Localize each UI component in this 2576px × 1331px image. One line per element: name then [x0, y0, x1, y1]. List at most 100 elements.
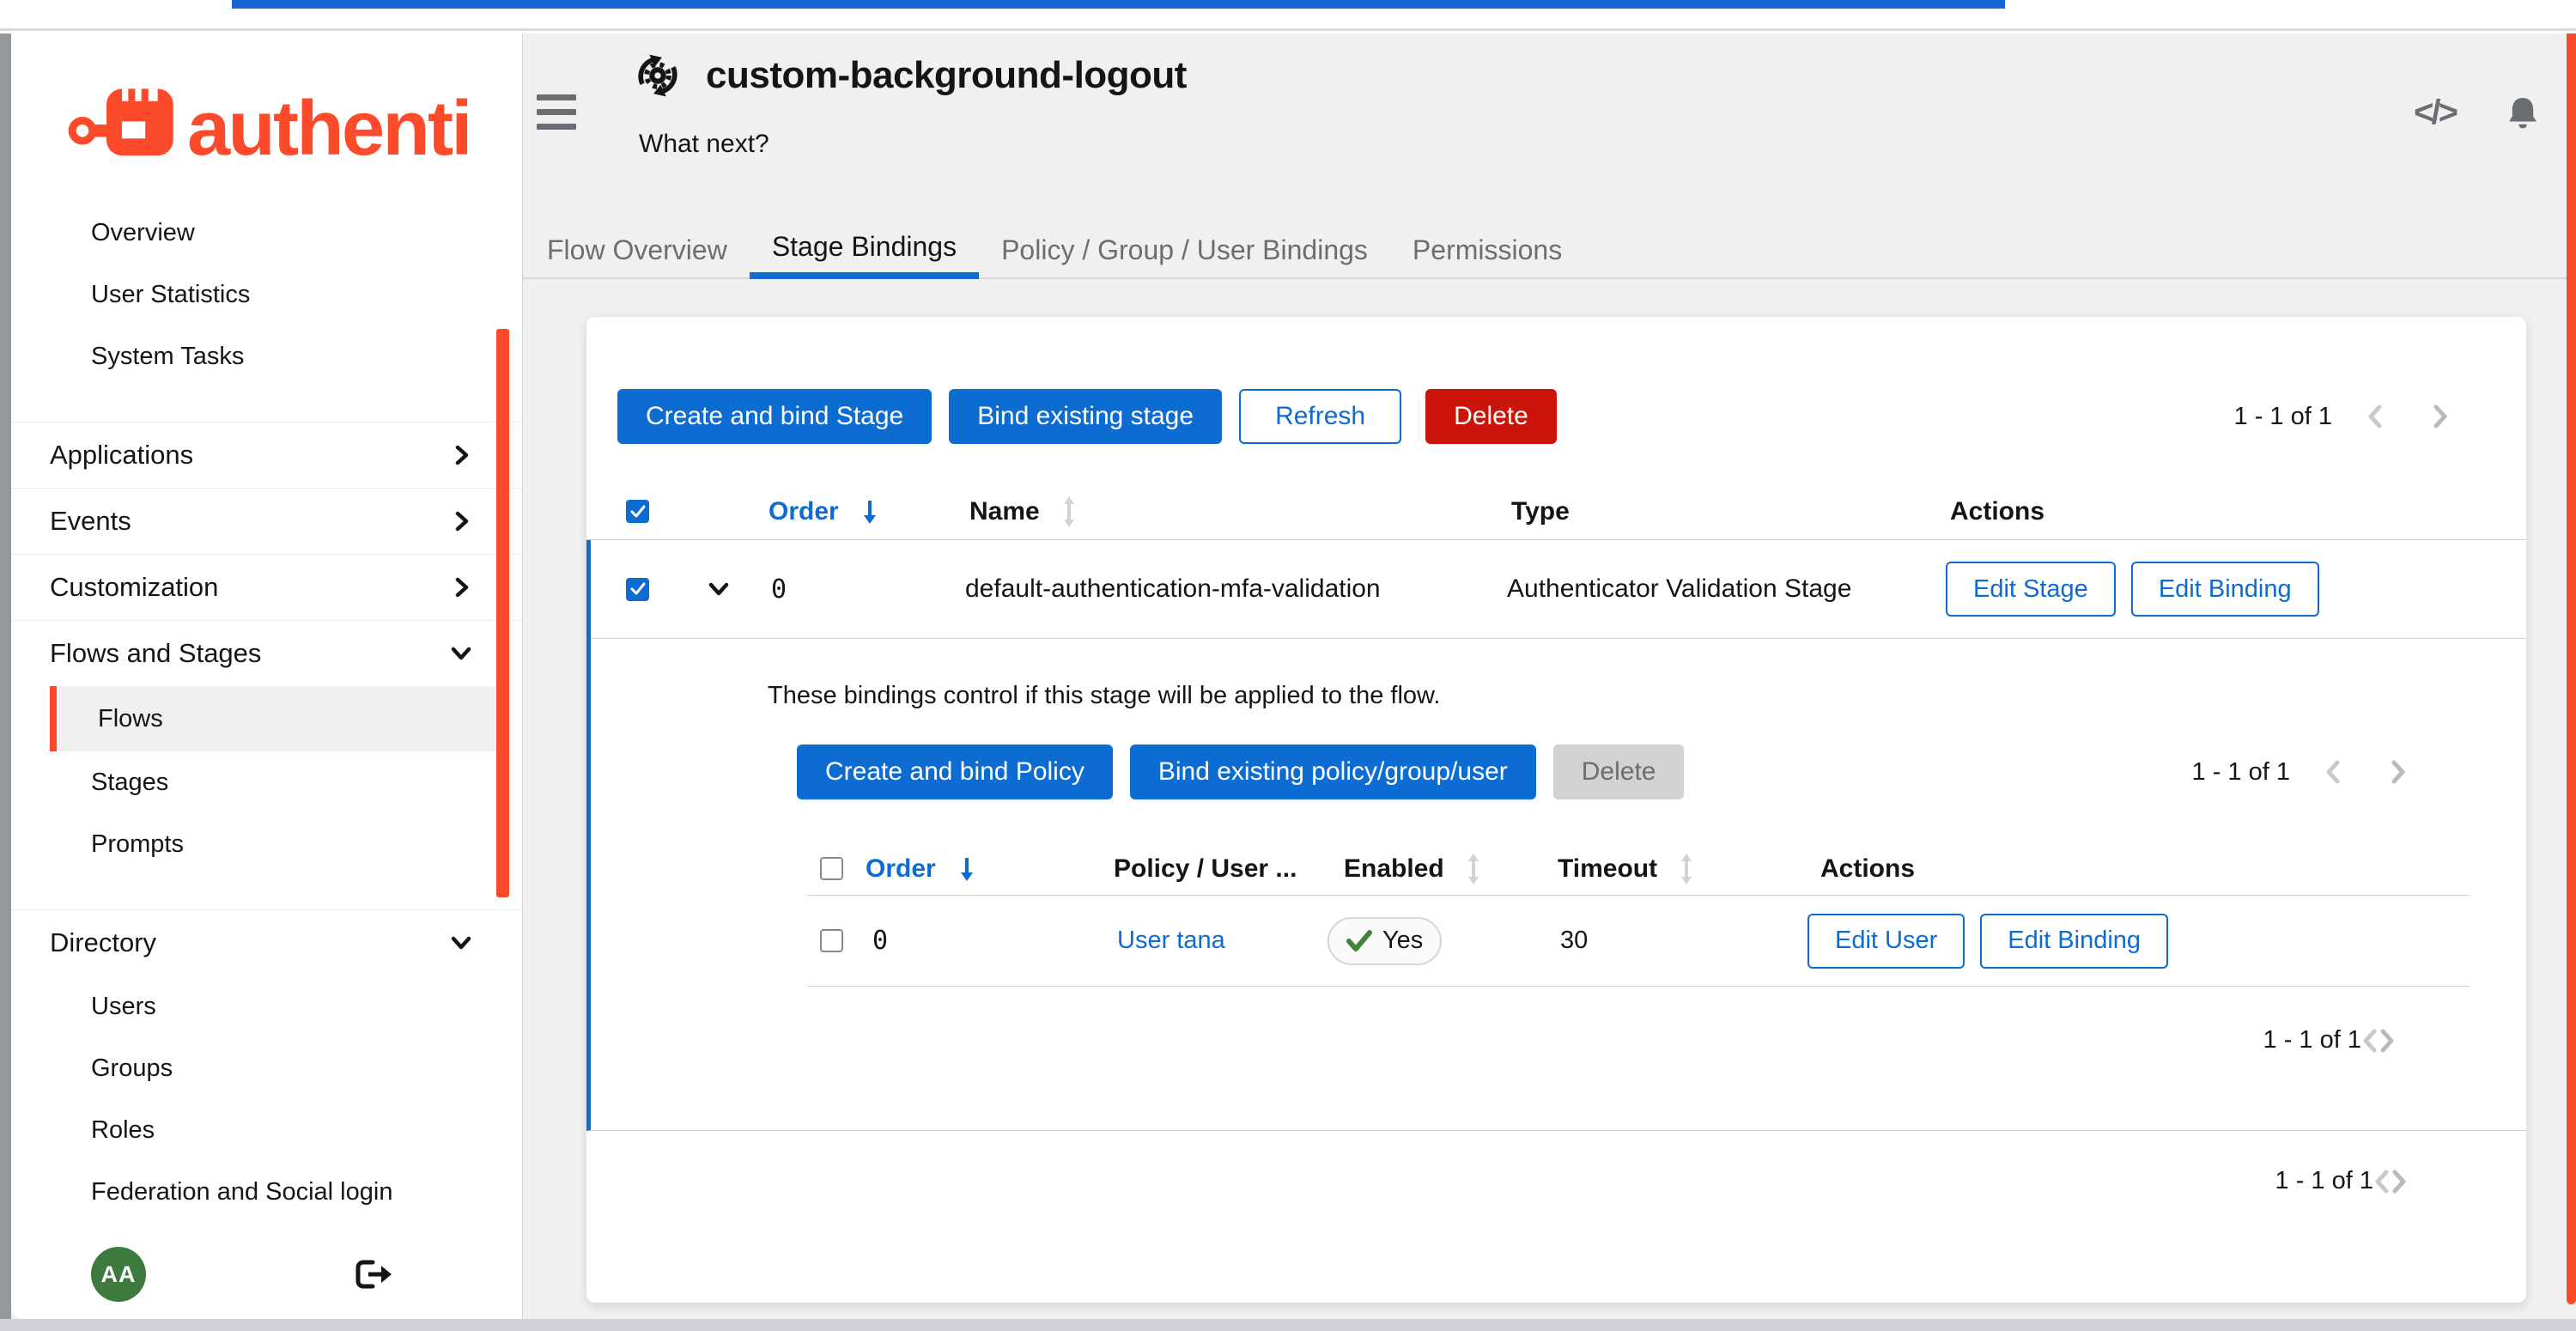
bind-existing-stage-button[interactable]: Bind existing stage [949, 389, 1222, 444]
sidebar-group-directory[interactable]: Directory [11, 910, 522, 975]
policy-binding-row: 0 User tana Yes 30 E [807, 896, 2470, 987]
pagination-prev-icon[interactable] [2324, 759, 2342, 785]
chevron-right-icon [452, 576, 472, 599]
edit-stage-button[interactable]: Edit Stage [1946, 562, 2116, 617]
sidebar-group-label: Customization [50, 572, 218, 603]
pagination-next-icon[interactable] [2432, 404, 2449, 429]
column-header-timeout[interactable]: Timeout [1558, 854, 1657, 884]
edit-binding-button[interactable]: Edit Binding [2131, 562, 2319, 617]
sidebar-item-label: Stages [91, 769, 168, 797]
sidebar-item-roles[interactable]: Roles [11, 1099, 522, 1161]
column-header-enabled[interactable]: Enabled [1344, 854, 1444, 884]
expanded-row-wrapper: 0 default-authentication-mfa-validation … [586, 540, 2526, 1131]
check-icon [1346, 930, 1372, 952]
edit-binding-button[interactable]: Edit Binding [1980, 914, 2168, 969]
sidebar-item-label: Overview [91, 219, 195, 247]
column-header-name[interactable]: Name [969, 497, 1040, 526]
authentik-logo-image: authentik [66, 64, 470, 185]
pagination-top: 1 - 1 of 1 [2234, 403, 2449, 431]
cell-timeout: 30 [1560, 927, 1588, 955]
stage-toolbar: Create and bind Stage Bind existing stag… [586, 317, 2526, 444]
chevron-down-icon [450, 643, 472, 664]
main-area: custom-background-logout What next? </> … [523, 33, 2576, 1319]
pagination-prev-icon[interactable] [2361, 1028, 2379, 1054]
tab-policy-group-user-bindings[interactable]: Policy / Group / User Bindings [979, 221, 1390, 279]
create-and-bind-stage-button[interactable]: Create and bind Stage [617, 389, 932, 444]
sidebar-group-label: Flows and Stages [50, 638, 261, 669]
row-checkbox[interactable] [820, 929, 843, 952]
sidebar-item-overview[interactable]: Overview [11, 202, 522, 264]
stage-bindings-card: Create and bind Stage Bind existing stag… [586, 317, 2526, 1303]
pagination-label: 1 - 1 of 1 [2234, 403, 2332, 431]
sidebar-toggle-button[interactable] [537, 94, 576, 130]
cell-policy-user-link[interactable]: User tana [1117, 927, 1225, 955]
top-right-icons: </> [2414, 94, 2538, 132]
sort-both-icon [1680, 854, 1693, 884]
sidebar-item-label: System Tasks [91, 343, 244, 371]
sidebar-item-users[interactable]: Users [11, 975, 522, 1037]
page-scrollbar-thumb[interactable] [2567, 33, 2576, 1304]
sidebar-item-groups[interactable]: Groups [11, 1037, 522, 1099]
edit-user-button[interactable]: Edit User [1807, 914, 1965, 969]
sidebar-group-label: Applications [50, 440, 193, 471]
sidebar-item-label: Users [91, 993, 156, 1021]
pagination-next-icon[interactable] [2391, 1169, 2408, 1194]
sidebar-scrollbar-thumb[interactable] [496, 329, 509, 897]
pagination-next-icon[interactable] [2379, 1028, 2396, 1054]
pagination-inner-top: 1 - 1 of 1 [2192, 758, 2407, 787]
pagination-prev-icon[interactable] [2366, 404, 2384, 429]
sidebar-group-applications[interactable]: Applications [11, 422, 522, 488]
sidebar-group-events[interactable]: Events [11, 489, 522, 554]
column-header-actions: Actions [1820, 854, 1915, 884]
row-checkbox[interactable] [626, 578, 649, 601]
select-all-checkbox[interactable] [820, 857, 843, 880]
pagination-prev-icon[interactable] [2373, 1169, 2391, 1194]
sort-both-icon [1467, 854, 1480, 884]
delete-policy-button[interactable]: Delete [1553, 745, 1685, 799]
pagination-label: 1 - 1 of 1 [2275, 1167, 2373, 1195]
select-all-checkbox[interactable] [626, 500, 649, 523]
tab-stage-bindings[interactable]: Stage Bindings [750, 221, 979, 279]
bind-existing-policy-button[interactable]: Bind existing policy/group/user [1130, 745, 1536, 799]
cell-order: 0 [872, 926, 888, 956]
pagination-inner-bottom: 1 - 1 of 1 [807, 1026, 2396, 1054]
sidebar-item-system-tasks[interactable]: System Tasks [11, 325, 522, 387]
pagination-label: 1 - 1 of 1 [2192, 758, 2290, 787]
api-code-icon[interactable]: </> [2414, 94, 2456, 132]
row-expander-chevron-icon[interactable] [708, 580, 730, 598]
pagination-label: 1 - 1 of 1 [2263, 1026, 2361, 1054]
avatar-initials: AA [101, 1261, 137, 1288]
avatar[interactable]: AA [91, 1247, 146, 1302]
window-bottom-edge [0, 1319, 2576, 1331]
hamburger-icon [537, 124, 576, 130]
sidebar-group-flows-and-stages[interactable]: Flows and Stages [11, 621, 522, 686]
pagination-next-icon[interactable] [2390, 759, 2407, 785]
delete-button[interactable]: Delete [1425, 389, 1557, 444]
column-header-order[interactable]: Order [769, 497, 839, 526]
column-header-order[interactable]: Order [866, 854, 936, 884]
sidebar-item-user-statistics[interactable]: User Statistics [11, 264, 522, 325]
sidebar-group-customization[interactable]: Customization [11, 555, 522, 620]
sidebar-item-flows[interactable]: Flows [50, 686, 496, 751]
tab-permissions[interactable]: Permissions [1390, 221, 1584, 279]
refresh-button[interactable]: Refresh [1239, 389, 1401, 444]
tab-label: Stage Bindings [772, 231, 957, 263]
sidebar-item-stages[interactable]: Stages [11, 751, 522, 813]
sidebar-group-label: Events [50, 506, 131, 537]
cell-stage-name: default-authentication-mfa-validation [965, 574, 1381, 604]
page-header: custom-background-logout [635, 53, 1187, 98]
sidebar-item-label: Roles [91, 1116, 155, 1145]
sidebar-item-prompts[interactable]: Prompts [11, 813, 522, 875]
authentik-logo-text: authentik [187, 85, 470, 172]
sign-out-icon[interactable] [354, 1258, 393, 1291]
create-and-bind-policy-button[interactable]: Create and bind Policy [797, 745, 1113, 799]
notifications-bell-icon[interactable] [2507, 95, 2538, 131]
column-header-policy-user[interactable]: Policy / User ... [1114, 854, 1297, 884]
tab-flow-overview[interactable]: Flow Overview [525, 221, 750, 279]
cell-stage-type: Authenticator Validation Stage [1507, 574, 1851, 603]
sidebar-item-federation[interactable]: Federation and Social login [11, 1161, 522, 1223]
column-header-type: Type [1511, 497, 1570, 526]
page-subtitle: What next? [639, 130, 769, 159]
hamburger-icon [537, 109, 576, 115]
panel-description: These bindings control if this stage wil… [768, 682, 2470, 710]
